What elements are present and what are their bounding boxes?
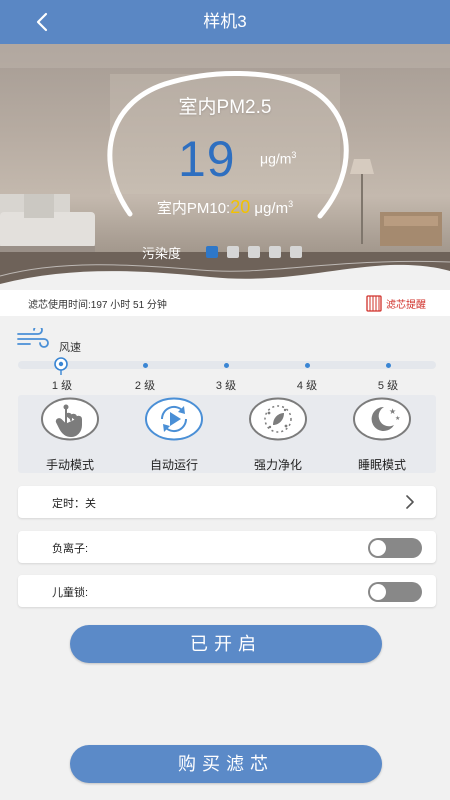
speed-level-5[interactable]: 5 级: [368, 377, 408, 393]
speed-slider-thumb-icon[interactable]: [53, 356, 69, 376]
speed-step-dot: [305, 363, 310, 368]
pm10-label: 室内PM10:: [156, 200, 231, 217]
air-quality-panel: 室内PM2.5 19 μg/m3 室内PM10:20 μg/m3 污染度: [0, 44, 450, 290]
pm10-value: 20: [230, 197, 251, 217]
toggle-knob: [370, 584, 386, 600]
pollution-level-dot: [248, 246, 260, 258]
mode-manual-label: 手动模式: [45, 458, 94, 472]
auto-play-icon: [145, 397, 203, 441]
child-lock-label: 儿童锁:: [52, 587, 89, 599]
speed-step-dot: [143, 363, 148, 368]
toggle-knob: [370, 540, 386, 556]
timer-row[interactable]: 定时：关: [18, 486, 436, 518]
pm25-title: 室内PM2.5: [178, 97, 272, 118]
speed-level-1[interactable]: 1 级: [42, 377, 82, 393]
wind-icon: [17, 328, 49, 348]
pollution-level-dot: [206, 246, 218, 258]
child-lock-row: 儿童锁:: [18, 575, 436, 607]
filter-reminder-label: 滤芯提醒: [386, 299, 426, 311]
mode-sleep-button[interactable]: ★ ★ 睡眠模式: [330, 395, 434, 473]
pm25-unit: μg/m3: [260, 150, 297, 167]
mode-auto-button[interactable]: 自动运行: [122, 395, 226, 473]
svg-text:★: ★: [395, 415, 400, 422]
timer-label: 定时：关: [52, 498, 96, 510]
mode-turbo-label: 强力净化: [253, 458, 302, 472]
pollution-label: 污染度: [142, 246, 182, 261]
pollution-level-dot: [227, 246, 239, 258]
leaf-particles-icon: [249, 397, 307, 441]
mode-manual-button[interactable]: 手动模式: [18, 395, 122, 473]
anion-label: 负离子:: [52, 543, 89, 555]
buy-filter-button[interactable]: 购买滤芯: [70, 745, 382, 783]
speed-level-3[interactable]: 3 级: [206, 377, 246, 393]
page-title: 样机3: [203, 12, 247, 31]
child-lock-toggle[interactable]: [368, 582, 422, 602]
mode-selector: 手动模式 自动运行 强力净化 ★ ★ 睡眠模式: [18, 395, 436, 473]
moon-stars-icon: ★ ★: [353, 397, 411, 441]
filter-cartridge-icon: [366, 295, 382, 312]
mode-sleep-label: 睡眠模式: [357, 458, 406, 472]
app-header: 样机3: [0, 0, 450, 44]
mode-turbo-button[interactable]: 强力净化: [226, 395, 330, 473]
chevron-right-icon[interactable]: [404, 494, 416, 510]
speed-step-dot: [224, 363, 229, 368]
anion-toggle[interactable]: [368, 538, 422, 558]
pollution-level-dot: [290, 246, 302, 258]
mode-auto-label: 自动运行: [149, 458, 198, 472]
anion-row: 负离子:: [18, 531, 436, 563]
filter-usage-bar: 滤芯使用时间:197 小时 51 分钟 滤芯提醒: [0, 290, 450, 316]
filter-reminder-button[interactable]: 滤芯提醒: [366, 293, 426, 313]
speed-level-4[interactable]: 4 级: [287, 377, 327, 393]
power-button[interactable]: 已开启: [70, 625, 382, 663]
hand-tap-icon: [41, 397, 99, 441]
pollution-level-indicator: [206, 246, 302, 258]
pm25-value: 19: [178, 131, 236, 187]
pollution-level-dot: [269, 246, 281, 258]
pm10-reading: 室内PM10:20 μg/m3: [156, 197, 294, 217]
speed-level-2[interactable]: 2 级: [125, 377, 165, 393]
wind-speed-label: 风速: [59, 342, 81, 354]
speed-step-dot: [386, 363, 391, 368]
filter-usage-time: 滤芯使用时间:197 小时 51 分钟: [28, 300, 167, 311]
